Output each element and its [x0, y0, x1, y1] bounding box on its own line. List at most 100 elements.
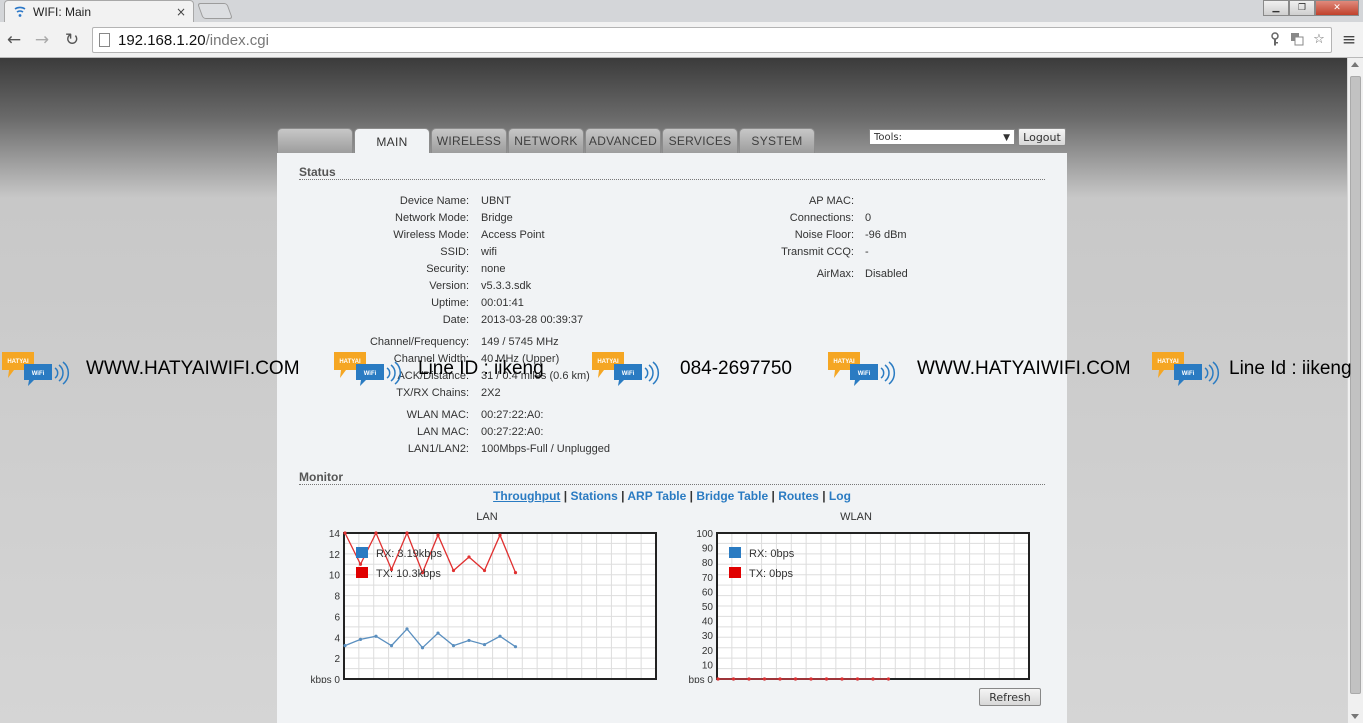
browser-tabstrip: WIFI: Main × ▁ ❐ ✕ — [0, 0, 1363, 22]
address-bar[interactable]: 192.168.1.20 /index.cgi ☆ — [92, 27, 1332, 53]
vertical-scrollbar[interactable] — [1347, 58, 1363, 723]
link-separator: | — [689, 489, 693, 503]
logout-button[interactable]: Logout — [1018, 128, 1066, 146]
wlan-throughput-chart: bps 0 10 20 30 40 50 60 70 80 90 100 RX: 0bps TX: 0b… — [689, 529, 1030, 683]
data-point — [358, 637, 363, 641]
y-tick-label: bps 0 — [689, 675, 714, 683]
y-tick-label: 12 — [329, 550, 341, 561]
browser-tab-active[interactable]: WIFI: Main × — [4, 0, 194, 22]
star-icon[interactable]: ☆ — [1311, 31, 1327, 47]
data-point — [762, 677, 767, 681]
data-point — [374, 634, 378, 638]
tools-dropdown[interactable]: Tools: ▼ — [869, 129, 1015, 145]
reload-icon[interactable]: ↻ — [62, 30, 82, 50]
data-point — [824, 677, 829, 681]
legend-swatch — [729, 547, 741, 558]
y-tick-label: 10 — [702, 660, 714, 671]
forward-arrow-icon[interactable]: → — [32, 30, 52, 50]
data-point — [731, 677, 736, 681]
new-tab-button[interactable] — [197, 3, 233, 19]
data-point — [343, 531, 347, 535]
legend-label: TX: 10.3kbps — [376, 568, 441, 580]
status-label: Device Name: — [399, 195, 469, 207]
legend-swatch — [356, 547, 368, 558]
y-tick-label: 14 — [329, 529, 341, 540]
data-point — [855, 677, 860, 681]
data-point — [886, 677, 891, 681]
y-tick-label: 6 — [334, 612, 340, 623]
scroll-down-arrow-icon[interactable] — [1351, 714, 1359, 719]
monitor-links: Throughput | Stations | ARP Table | Brid… — [277, 489, 1067, 503]
status-value: 149 / 5745 MHz — [481, 336, 559, 348]
data-point — [467, 638, 471, 643]
status-label: TX/RX Chains: — [396, 387, 469, 399]
back-arrow-icon[interactable]: ← — [4, 30, 24, 50]
tab-advanced[interactable]: ADVANCED — [585, 128, 661, 153]
link-separator: | — [822, 489, 826, 503]
data-point — [389, 644, 394, 648]
status-value: none — [481, 263, 506, 275]
data-point — [716, 677, 720, 681]
status-section-title: Status — [299, 165, 1045, 180]
data-point — [482, 642, 487, 647]
status-value: UBNT — [481, 195, 511, 207]
status-label: AirMax: — [816, 268, 854, 280]
tab-system[interactable]: SYSTEM — [739, 128, 815, 153]
link-routes[interactable]: Routes — [778, 489, 819, 503]
link-log[interactable]: Log — [829, 489, 851, 503]
tab-title: WIFI: Main — [33, 4, 92, 19]
status-label: ACK/Distance: — [397, 370, 469, 382]
tab-wireless[interactable]: WIRELESS — [431, 128, 507, 153]
menu-icon[interactable]: ≡ — [1339, 30, 1359, 50]
key-icon[interactable] — [1267, 31, 1283, 47]
status-value: Disabled — [865, 268, 908, 280]
close-window-icon[interactable]: ✕ — [1315, 0, 1359, 16]
tab-network[interactable]: NETWORK — [508, 128, 584, 153]
scroll-up-arrow-icon[interactable] — [1351, 62, 1359, 67]
link-arp-table[interactable]: ARP Table — [627, 489, 686, 503]
data-point — [778, 677, 782, 681]
y-tick-label: 30 — [702, 631, 714, 642]
translate-icon[interactable] — [1289, 31, 1305, 47]
data-point — [374, 531, 378, 535]
status-label: LAN MAC: — [417, 426, 469, 438]
legend-label: TX: 0bps — [749, 568, 794, 580]
refresh-button[interactable]: Refresh — [979, 688, 1041, 706]
status-value: 00:27:22:A0: — [481, 409, 544, 421]
lan-throughput-chart: kbps 0 2 4 6 8 10 12 14 RX: 3.19kbps TX: 10.3kbps — [311, 529, 657, 683]
window-controls: ▁ ❐ ✕ — [1263, 0, 1359, 16]
status-label: Channel/Frequency: — [369, 336, 469, 348]
status-value: 31 / 0.4 miles (0.6 km) — [481, 370, 590, 382]
link-separator: | — [771, 489, 775, 503]
y-tick-label: 90 — [702, 544, 714, 555]
data-point — [793, 677, 798, 681]
scroll-thumb[interactable] — [1350, 76, 1361, 694]
link-stations[interactable]: Stations — [570, 489, 617, 503]
status-value: -96 dBm — [865, 229, 907, 241]
legend-swatch — [356, 567, 368, 578]
link-throughput[interactable]: Throughput — [493, 489, 560, 503]
status-label: Connections: — [789, 212, 854, 224]
data-point — [436, 533, 440, 537]
data-point — [498, 533, 502, 537]
close-tab-icon[interactable]: × — [173, 5, 189, 19]
minimize-icon[interactable]: ▁ — [1263, 0, 1289, 16]
status-value: Bridge — [481, 212, 513, 224]
monitor-section-title: Monitor — [299, 470, 1045, 485]
legend-label: RX: 0bps — [749, 548, 795, 560]
y-tick-label: 8 — [334, 592, 340, 603]
chevron-down-icon: ▼ — [1003, 133, 1010, 143]
data-point — [358, 562, 363, 566]
tab-main[interactable]: MAIN — [354, 128, 430, 154]
link-bridge-table[interactable]: Bridge Table — [696, 489, 768, 503]
maximize-icon[interactable]: ❐ — [1289, 0, 1315, 16]
data-point — [513, 645, 518, 649]
data-point — [809, 677, 813, 681]
omnibox-icons: ☆ — [1267, 31, 1327, 47]
tab-services[interactable]: SERVICES — [662, 128, 738, 153]
status-label: AP MAC: — [808, 195, 854, 207]
data-point — [513, 571, 518, 575]
status-label: LAN1/LAN2: — [407, 443, 469, 455]
status-label: Network Mode: — [395, 212, 469, 224]
data-point — [747, 677, 751, 681]
